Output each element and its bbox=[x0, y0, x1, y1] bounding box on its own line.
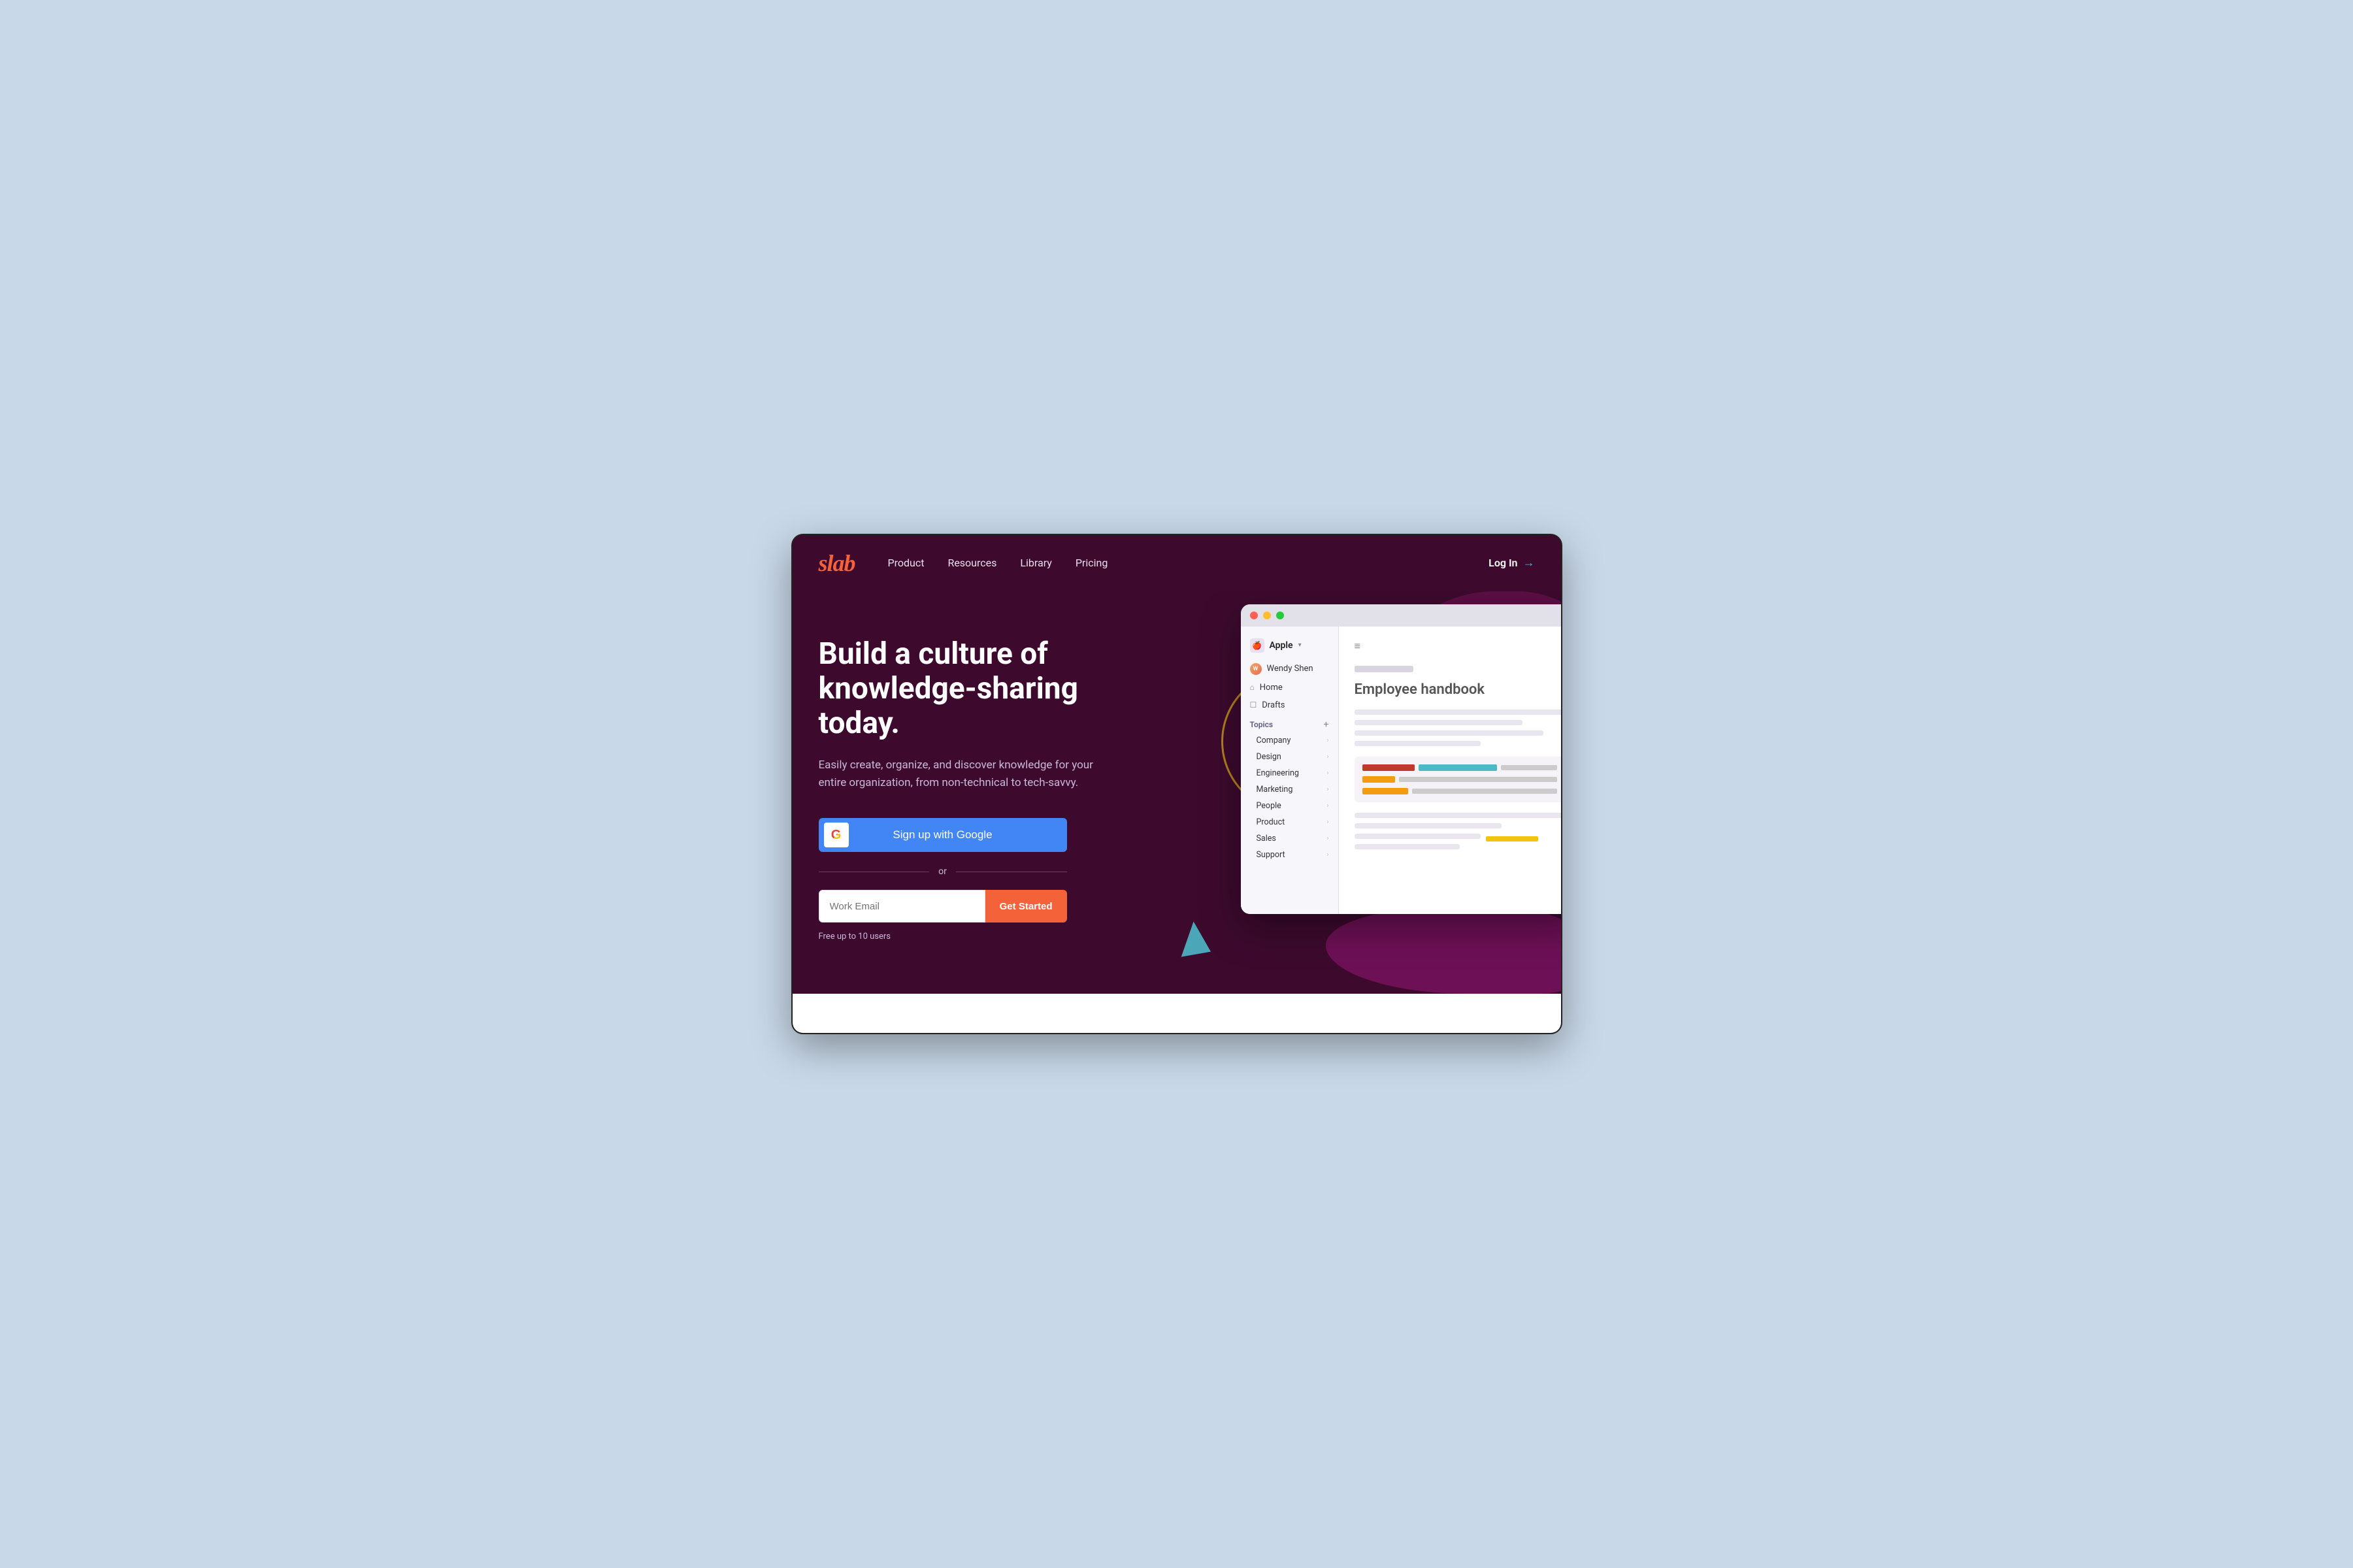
chart-bar-orange-2 bbox=[1362, 788, 1408, 794]
topic-company-label: Company bbox=[1257, 736, 1291, 745]
google-icon: G bbox=[824, 823, 849, 847]
doc-breadcrumb-placeholder bbox=[1355, 666, 1413, 672]
drafts-icon: ☐ bbox=[1250, 700, 1257, 710]
doc-line-3 bbox=[1355, 730, 1544, 736]
bottom-strip bbox=[793, 994, 1561, 1033]
chart-line-gray-1 bbox=[1501, 765, 1557, 770]
triangle-cyan-decoration bbox=[1176, 919, 1211, 956]
hero-content: Build a culture of knowledge-sharing tod… bbox=[819, 630, 1159, 941]
chart-row-1 bbox=[1362, 764, 1557, 771]
sidebar-item-marketing[interactable]: Marketing › bbox=[1241, 781, 1338, 798]
sidebar-item-engineering[interactable]: Engineering › bbox=[1241, 765, 1338, 781]
chart-line-gray-3 bbox=[1412, 789, 1557, 794]
topic-marketing-chevron: › bbox=[1326, 786, 1328, 793]
topics-label: Topics bbox=[1250, 720, 1274, 729]
doc-main-title: Employee handbook bbox=[1355, 681, 1561, 698]
topic-marketing-label: Marketing bbox=[1257, 785, 1293, 794]
window-close-dot bbox=[1250, 612, 1258, 619]
login-button[interactable]: Log In → bbox=[1489, 556, 1534, 570]
main-content-area: ≡ Employee handbook bbox=[1339, 627, 1561, 914]
chart-bar-red bbox=[1362, 764, 1415, 771]
home-icon: ⌂ bbox=[1250, 683, 1255, 692]
divider-text: or bbox=[938, 866, 947, 877]
login-label: Log In bbox=[1489, 557, 1517, 569]
topic-engineering-label: Engineering bbox=[1257, 768, 1299, 778]
chart-bar-cyan bbox=[1419, 764, 1497, 771]
topic-people-label: People bbox=[1257, 801, 1281, 811]
topic-product-label: Product bbox=[1257, 817, 1285, 827]
sidebar-item-design[interactable]: Design › bbox=[1241, 749, 1338, 765]
screen-wrapper: slab Product Resources Library Pricing L… bbox=[791, 534, 1562, 1034]
chart-line-gray-2 bbox=[1399, 777, 1557, 782]
window-titlebar bbox=[1241, 604, 1561, 627]
sidebar-item-sales[interactable]: Sales › bbox=[1241, 830, 1338, 847]
user-name: Wendy Shen bbox=[1267, 664, 1313, 674]
chart-line-yellow bbox=[1486, 836, 1538, 841]
doc-line-2 bbox=[1355, 720, 1523, 725]
sidebar-item-people[interactable]: People › bbox=[1241, 798, 1338, 814]
window-minimize-dot bbox=[1263, 612, 1271, 619]
nav-library[interactable]: Library bbox=[1020, 557, 1051, 569]
sidebar-item-company[interactable]: Company › bbox=[1241, 732, 1338, 749]
sidebar-user[interactable]: W Wendy Shen bbox=[1241, 659, 1338, 679]
doc-line-4 bbox=[1355, 741, 1481, 746]
topic-company-chevron: › bbox=[1326, 737, 1328, 744]
topic-product-chevron: › bbox=[1326, 819, 1328, 826]
window-body: 🍎 Apple ▾ W Wendy Shen ⌂ Home bbox=[1241, 627, 1561, 914]
org-selector[interactable]: 🍎 Apple ▾ bbox=[1241, 636, 1338, 659]
doc-line-7 bbox=[1355, 834, 1481, 839]
hero-section: Build a culture of knowledge-sharing tod… bbox=[793, 591, 1561, 994]
doc-line-8 bbox=[1355, 844, 1460, 849]
chart-row-3 bbox=[1362, 788, 1557, 794]
nav-resources[interactable]: Resources bbox=[947, 557, 996, 569]
topic-support-chevron: › bbox=[1326, 851, 1328, 858]
topic-support-label: Support bbox=[1257, 850, 1285, 860]
topic-design-label: Design bbox=[1257, 752, 1281, 762]
org-name: Apple bbox=[1270, 640, 1293, 651]
google-signup-label: Sign up with Google bbox=[819, 828, 1067, 841]
org-chevron-icon: ▾ bbox=[1298, 642, 1302, 649]
topics-section-header: Topics + bbox=[1241, 714, 1338, 732]
topic-engineering-chevron: › bbox=[1326, 770, 1328, 777]
topic-people-chevron: › bbox=[1326, 802, 1328, 809]
nav-product[interactable]: Product bbox=[888, 557, 925, 569]
user-avatar: W bbox=[1250, 663, 1262, 675]
sidebar-item-home[interactable]: ⌂ Home bbox=[1241, 679, 1338, 696]
free-note: Free up to 10 users bbox=[819, 932, 1159, 941]
app-window-mockup: 🍎 Apple ▾ W Wendy Shen ⌂ Home bbox=[1241, 604, 1561, 914]
divider: or bbox=[819, 866, 1067, 877]
window-maximize-dot bbox=[1276, 612, 1284, 619]
email-form: Get Started bbox=[819, 890, 1067, 923]
hero-title: Build a culture of knowledge-sharing tod… bbox=[819, 637, 1159, 741]
navbar: slab Product Resources Library Pricing L… bbox=[793, 535, 1561, 591]
topic-design-chevron: › bbox=[1326, 753, 1328, 760]
nav-links: Product Resources Library Pricing bbox=[888, 557, 1489, 569]
sidebar-item-support[interactable]: Support › bbox=[1241, 847, 1338, 863]
sidebar-item-drafts[interactable]: ☐ Drafts bbox=[1241, 696, 1338, 714]
site-logo[interactable]: slab bbox=[819, 549, 855, 577]
doc-line-1 bbox=[1355, 710, 1561, 715]
hero-subtitle: Easily create, organize, and discover kn… bbox=[819, 757, 1100, 792]
doc-line-5 bbox=[1355, 813, 1561, 818]
work-email-input[interactable] bbox=[819, 890, 985, 923]
sidebar: 🍎 Apple ▾ W Wendy Shen ⌂ Home bbox=[1241, 627, 1339, 914]
doc-line-6 bbox=[1355, 823, 1502, 828]
sidebar-item-product[interactable]: Product › bbox=[1241, 814, 1338, 830]
hamburger-icon[interactable]: ≡ bbox=[1355, 640, 1561, 653]
sidebar-drafts-label: Drafts bbox=[1262, 700, 1285, 710]
chart-bar-orange bbox=[1362, 776, 1395, 783]
topic-sales-label: Sales bbox=[1257, 834, 1276, 843]
org-icon: 🍎 bbox=[1250, 638, 1264, 653]
login-arrow: → bbox=[1523, 556, 1535, 570]
blob-bottom-right-decoration bbox=[1326, 909, 1561, 994]
doc-highlighted-line bbox=[1355, 834, 1561, 844]
topic-sales-chevron: › bbox=[1326, 835, 1328, 842]
get-started-button[interactable]: Get Started bbox=[985, 890, 1067, 923]
sidebar-home-label: Home bbox=[1260, 683, 1283, 693]
nav-pricing[interactable]: Pricing bbox=[1076, 557, 1108, 569]
google-signup-button[interactable]: G Sign up with Google bbox=[819, 818, 1067, 852]
doc-chart-area bbox=[1355, 757, 1561, 802]
chart-row-2 bbox=[1362, 776, 1557, 783]
topics-add-icon[interactable]: + bbox=[1324, 719, 1329, 730]
